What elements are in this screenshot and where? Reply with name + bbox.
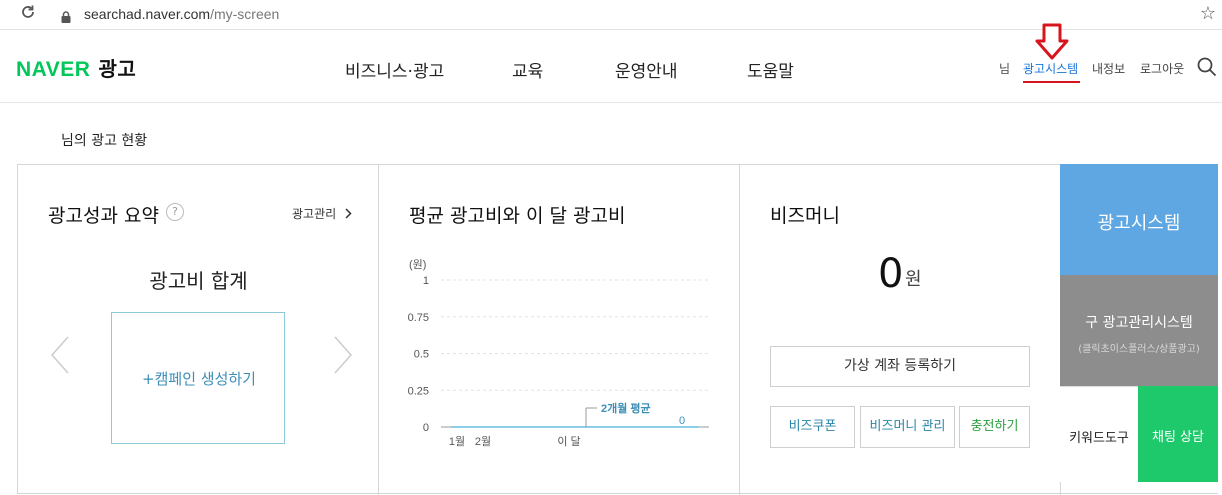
x-tick-label: 1월 (449, 435, 465, 448)
chevron-right-icon (341, 207, 352, 221)
reload-icon[interactable] (20, 4, 36, 25)
charge-button[interactable]: 충전하기 (959, 406, 1030, 448)
url-path: /my-screen (210, 6, 280, 22)
ad-cost-chart: (원) 1 0.75 0.5 0.25 0 1월 2월 이 달 2개월 평균 0 (408, 258, 709, 448)
nav-help[interactable]: 도움말 (747, 57, 794, 82)
bizmoney-panel: 비즈머니 0 원 가상 계좌 등록하기 비즈쿠폰 비즈머니 관리 충전하기 (740, 165, 1061, 495)
ad-system-tile[interactable]: 광고시스템 (1060, 164, 1218, 275)
site-header: NAVER 광고 비즈니스·광고 교육 운영안내 도움말 님 광고시스템 내정보 … (0, 23, 1222, 103)
down-arrow-icon (1035, 23, 1069, 65)
register-virtual-account-button[interactable]: 가상 계좌 등록하기 (770, 346, 1030, 387)
keyword-tool-tile[interactable]: 키워드도구 (1060, 386, 1138, 482)
panel-title: 광고성과 요약 (48, 205, 159, 227)
bizmoney-manage-button[interactable]: 비즈머니 관리 (860, 406, 955, 448)
y-tick-label: 1 (423, 275, 429, 287)
bizmoney-unit: 원 (905, 269, 922, 290)
y-tick-label: 0 (423, 422, 429, 434)
ad-system-tile-label: 광고시스템 (1097, 213, 1181, 234)
lock-icon (61, 8, 71, 23)
bizcoupon-button[interactable]: 비즈쿠폰 (770, 406, 855, 448)
avg-ad-cost-panel: 평균 광고비와 이 달 광고비 (원) 1 0.75 0.5 0.25 0 1월 2월 이 달2… (379, 165, 740, 495)
old-ad-system-label: 구 광고관리시스템 (1085, 315, 1193, 331)
ad-cost-total-label: 광고비 합계 (149, 269, 248, 293)
create-campaign-button[interactable]: +캠페인 생성하기 (111, 312, 285, 444)
url-field[interactable]: searchad.naver.com/my-screen (84, 6, 279, 22)
bizmoney-amount: 0 (878, 251, 904, 297)
nav-operation-guide[interactable]: 운영안내 (615, 57, 678, 82)
url-host: searchad.naver.com (84, 6, 211, 22)
old-ad-system-tile[interactable]: 구 광고관리시스템 (클릭초이스플러스/상품광고) (1060, 275, 1218, 386)
highlight-underline (1023, 81, 1080, 83)
x-tick-label: 2월 (475, 435, 491, 448)
y-tick-label: 0.75 (408, 312, 429, 324)
x-tick-label: 이 달 (557, 435, 580, 448)
current-value-label: 0 (679, 415, 685, 427)
dashboard-panels: 광고성과 요약 ? 광고관리 광고비 합계 +캠페인 생성하기 평균 광고비와 … (17, 164, 1218, 495)
carousel-prev-icon[interactable] (48, 335, 72, 375)
logout-link[interactable]: 로그아웃 (1140, 60, 1184, 77)
my-info-link[interactable]: 내정보 (1092, 60, 1125, 77)
chat-consult-tile[interactable]: 채팅 상담 (1138, 386, 1218, 482)
y-axis-label: (원) (409, 258, 426, 271)
nav-education[interactable]: 교육 (512, 57, 543, 82)
carousel-next-icon[interactable] (331, 335, 355, 375)
ad-manage-link[interactable]: 광고관리 (292, 205, 352, 222)
y-tick-label: 0.25 (408, 385, 429, 397)
ad-performance-panel: 광고성과 요약 ? 광고관리 광고비 합계 +캠페인 생성하기 (18, 165, 379, 495)
keyword-tool-label: 키워드도구 (1069, 431, 1129, 446)
search-icon[interactable] (1197, 57, 1217, 81)
old-ad-system-sublabel: (클릭초이스플러스/상품광고) (1078, 344, 1200, 355)
help-icon[interactable]: ? (166, 203, 184, 221)
page-subtitle: 님의 광고 현황 (61, 133, 148, 149)
chat-consult-label: 채팅 상담 (1152, 430, 1204, 445)
y-tick-label: 0.5 (414, 349, 429, 361)
create-campaign-label: +캠페인 생성하기 (142, 370, 256, 388)
naver-ad-logo[interactable]: NAVER 광고 (16, 53, 136, 82)
nav-business-ad[interactable]: 비즈니스·광고 (345, 57, 444, 82)
avg-annotation: 2개월 평균 (601, 401, 651, 415)
logo-naver: NAVER (16, 58, 91, 81)
bookmark-star-icon[interactable]: ☆ (1200, 3, 1216, 24)
user-name-suffix: 님 (999, 62, 1011, 76)
panel-title: 비즈머니 (770, 205, 840, 227)
ad-manage-label: 광고관리 (292, 207, 337, 221)
logo-ad: 광고 (98, 59, 137, 81)
